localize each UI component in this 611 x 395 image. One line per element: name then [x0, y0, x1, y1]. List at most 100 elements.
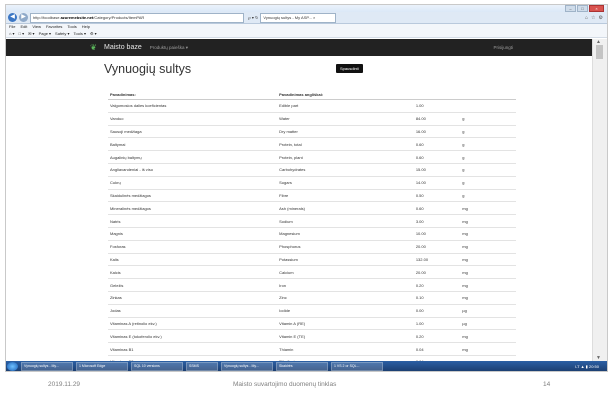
cell-name: Augalinių baltymų	[108, 150, 278, 164]
login-link[interactable]: Prisijungti	[493, 45, 513, 50]
cell-name: Magnis	[108, 226, 278, 241]
cell-english-name: Magnesium	[277, 226, 414, 241]
help-command[interactable]: ⚙ ▾	[90, 30, 97, 37]
cell-value: 0.60	[413, 201, 461, 215]
cell-name: Vanduo	[108, 111, 278, 126]
start-button-icon[interactable]	[7, 361, 18, 371]
cell-unit: g	[460, 188, 516, 202]
cell-english-name: Iodide	[277, 303, 414, 318]
tools-command[interactable]: Tools ▾	[74, 30, 86, 37]
cell-unit: mg	[460, 239, 516, 254]
print-tooltip: Spausdinti	[336, 64, 363, 73]
page-command[interactable]: Page ▾	[39, 30, 51, 37]
nutrition-table: Pavadinimas: Pavadinimas angliškai: Valg…	[108, 89, 516, 368]
back-icon[interactable]: ◀	[8, 13, 17, 22]
scroll-thumb[interactable]	[596, 45, 603, 59]
cell-value: 0.50	[413, 188, 461, 202]
table-row: Kalcis Calcium 20.00 mg	[108, 265, 516, 279]
table-row: Vitaminas A (retinolio ekv.) Vitamin A (R…	[108, 316, 516, 330]
feeds-command[interactable]: □ ▾	[19, 30, 25, 37]
taskbar-item[interactable]: 1 Microsoft Edge	[76, 361, 128, 371]
table-row: Zinkas Zinc 0.10 mg	[108, 290, 516, 305]
cell-unit: g	[460, 111, 516, 126]
cell-value: 14.00	[413, 175, 461, 190]
cell-name: Fosforas	[108, 239, 278, 254]
cell-english-name: Carbohydrates	[277, 162, 414, 177]
taskbar-item[interactable]: Vynuogių sultys - My...	[21, 361, 73, 371]
site-brand-link[interactable]: Maisto baze	[104, 44, 142, 51]
cell-english-name: Ash (minerals)	[277, 201, 414, 215]
table-row: Skaidulinės medžiagos Fibre 0.50 g	[108, 188, 516, 202]
column-header-name: Pavadinimas:	[108, 89, 278, 100]
table-row: Vitaminas B1 Thiamin 0.04 mg	[108, 342, 516, 356]
page-scrollbar[interactable]: ▲ ▼	[592, 39, 607, 361]
table-row: Angliavandeniai - iš viso Carbohydrates 15…	[108, 162, 516, 177]
cell-unit: g	[460, 162, 516, 177]
table-header-row: Pavadinimas: Pavadinimas angliškai:	[108, 89, 516, 100]
site-navbar: ❦ Maisto baze Produktų paieška ▾ Prisiju…	[6, 39, 593, 56]
cell-value: 1.00	[413, 99, 461, 113]
cell-name: Vitaminas E (tokoferolio ekv.)	[108, 329, 278, 343]
forward-icon[interactable]: ▶	[19, 13, 28, 22]
cell-unit	[460, 99, 516, 113]
taskbar-item[interactable]: 1 VS 2 or SQL...	[331, 361, 383, 371]
cell-english-name: Edible part	[277, 99, 414, 113]
close-window-button[interactable]: ×	[589, 5, 604, 12]
product-search-dropdown[interactable]: Produktų paieška ▾	[150, 45, 188, 51]
mail-command[interactable]: ✉ ▾	[28, 30, 34, 37]
taskbar-item[interactable]: Vynuogių sultys - My...	[221, 361, 273, 371]
cell-english-name: Sugars	[277, 175, 414, 190]
cell-unit: mg	[460, 290, 516, 305]
url-domain: azuremebsite.net	[60, 14, 94, 20]
url-path: /Category/Products/ItemPAR	[93, 14, 145, 20]
cell-english-name: Sodium	[277, 214, 414, 228]
cell-unit: g	[460, 124, 516, 138]
cell-value: 20.00	[413, 239, 461, 254]
taskbar-item[interactable]: Skaidrės	[276, 361, 328, 371]
table-row: Geležis Iron 0.20 mg	[108, 278, 516, 292]
browser-tab[interactable]: Vynuogių sultys - My ASP... ×	[260, 12, 337, 23]
cell-english-name: Calcium	[277, 265, 414, 279]
cell-name: Valgomosios dalies koeficientas	[108, 99, 278, 113]
system-tray[interactable]: LT ▲ ▮ 20:50	[575, 364, 607, 369]
cell-value: 20.00	[413, 265, 461, 279]
home-command[interactable]: ⌂ ▾	[9, 30, 15, 37]
table-row: Sausoji medžiaga Dry matter 16.00 g	[108, 124, 516, 138]
screenshot-frame: – □ × ◀ ▶ http://foodbase. azuremebsite.n…	[5, 4, 608, 372]
windows-taskbar: Vynuogių sultys - My... 1 Microsoft Edge…	[6, 361, 607, 371]
tab-close-icon[interactable]: ×	[313, 15, 315, 20]
url-prefix: http://foodbase.	[33, 14, 61, 20]
cell-english-name: Water	[277, 111, 414, 126]
cell-english-name: Thiamin	[277, 342, 414, 356]
settings-gear-icon[interactable]: ⚙	[599, 15, 603, 21]
safety-command[interactable]: Safety ▾	[55, 30, 69, 37]
taskbar-item[interactable]: SSMS	[186, 361, 218, 371]
minimize-button[interactable]: –	[565, 5, 576, 12]
page-title: Vynuogių sultys	[104, 62, 192, 76]
table-row: Fosforas Phosphorus 20.00 mg	[108, 239, 516, 254]
table-row: Baltymai Protein, total 0.60 g	[108, 137, 516, 151]
leaf-logo-icon[interactable]: ❦	[89, 43, 98, 52]
cell-value: 0.04	[413, 342, 461, 356]
cell-unit: µg	[460, 303, 516, 318]
table-row: Vitaminas E (tokoferolio ekv.) Vitamin E …	[108, 329, 516, 343]
taskbar-item[interactable]: SQL 10 versions	[131, 361, 183, 371]
cell-unit: mg	[460, 342, 516, 356]
address-controls[interactable]: ℘ ▾ ↻	[248, 14, 258, 22]
cell-english-name: Potassium	[277, 252, 414, 266]
maximize-button[interactable]: □	[577, 5, 588, 12]
cell-name: Kalis	[108, 252, 278, 266]
home-icon[interactable]: ⌂	[585, 15, 588, 21]
slide-footer-date: 2019.11.29	[48, 381, 81, 388]
cell-value: 84.00	[413, 111, 461, 126]
table-row: Mineralinės medžiagos Ash (minerals) 0.60 m…	[108, 201, 516, 215]
cell-english-name: Zinc	[277, 290, 414, 305]
address-bar[interactable]: http://foodbase. azuremebsite.net/Categor…	[30, 12, 244, 23]
cell-name: Mineralinės medžiagos	[108, 201, 278, 215]
cell-unit: mg	[460, 226, 516, 241]
slide-footer-title: Maisto suvartojimo duomenų tinklas	[233, 381, 337, 388]
cell-english-name: Protein, total	[277, 137, 414, 151]
favorites-icon[interactable]: ☆	[591, 15, 595, 21]
cell-unit: µg	[460, 316, 516, 330]
browser-titlebar: – □ ×	[6, 5, 607, 12]
